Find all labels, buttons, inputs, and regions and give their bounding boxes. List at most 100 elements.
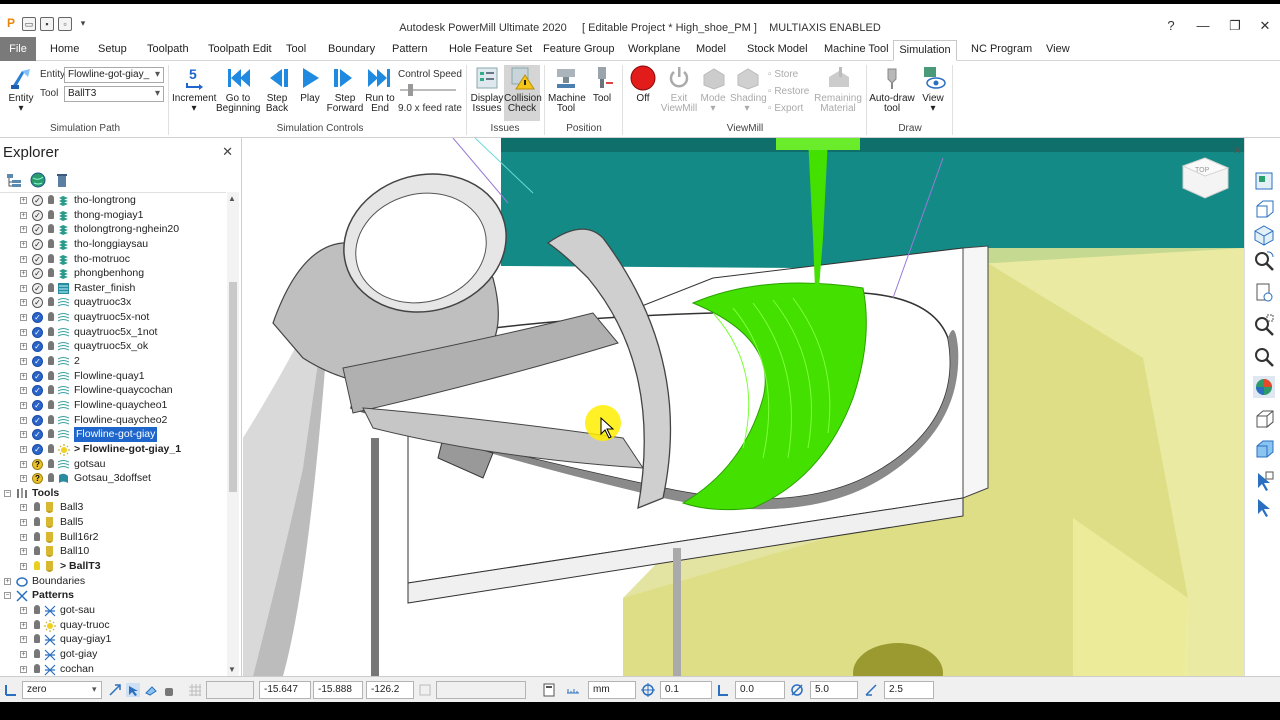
tab-boundary[interactable]: Boundary: [324, 40, 379, 61]
expand-icon[interactable]: +: [20, 358, 27, 366]
stepover-field[interactable]: 2.5: [884, 681, 934, 699]
tolerance-field[interactable]: 0.1: [660, 681, 712, 699]
tree-item[interactable]: + ✓ quaytruoc3x: [0, 295, 226, 310]
expand-icon[interactable]: +: [20, 284, 27, 292]
help-icon[interactable]: ?: [1156, 18, 1186, 33]
view-cube-icon[interactable]: [1253, 224, 1275, 246]
expand-icon[interactable]: +: [20, 665, 27, 673]
close-icon[interactable]: ✕: [222, 144, 233, 160]
tree-scrollbar[interactable]: ▲ ▼: [227, 192, 239, 676]
expand-icon[interactable]: +: [20, 270, 27, 278]
lightbulb-icon[interactable]: [48, 253, 54, 263]
speed-slider-thumb[interactable]: [408, 84, 413, 96]
tree-item[interactable]: + Ball3: [0, 500, 226, 515]
check-status-icon[interactable]: ✓: [32, 443, 43, 455]
lightbulb-icon[interactable]: [48, 458, 54, 468]
display-issues-button[interactable]: Display Issues: [470, 65, 504, 114]
zoom-icon[interactable]: [1253, 346, 1275, 368]
check-status-icon[interactable]: ✓: [32, 326, 43, 338]
coord-y[interactable]: -15.888: [313, 681, 363, 699]
auto-draw-tool-button[interactable]: Auto-draw tool: [868, 65, 916, 114]
tree-item[interactable]: + cochan: [0, 662, 226, 677]
collision-check-button[interactable]: Collision Check: [504, 65, 542, 121]
document-refresh-icon[interactable]: [1253, 282, 1275, 304]
viewport-close-icon[interactable]: ✕: [1233, 144, 1242, 157]
tree-item[interactable]: + ✓ tho-motruoc: [0, 252, 226, 267]
collapse-icon[interactable]: −: [4, 489, 11, 497]
viewmill-mode-button[interactable]: Mode ▾: [698, 65, 728, 114]
check-status-icon[interactable]: ✓: [32, 268, 43, 280]
tree-item[interactable]: + Boundaries: [0, 574, 226, 589]
lightbulb-icon[interactable]: [48, 268, 54, 278]
tool-select[interactable]: BallT3: [64, 86, 164, 102]
expand-icon[interactable]: +: [20, 445, 27, 453]
expand-icon[interactable]: +: [20, 636, 27, 644]
hand-icon[interactable]: [162, 683, 176, 697]
lightbulb-icon[interactable]: [48, 385, 54, 395]
lightbulb-icon[interactable]: [48, 429, 54, 439]
lightbulb-icon[interactable]: [34, 502, 40, 512]
view-front-icon[interactable]: [1253, 198, 1275, 220]
expand-icon[interactable]: +: [20, 504, 27, 512]
draw-view-button[interactable]: View ▾: [918, 65, 948, 114]
diameter-icon[interactable]: [790, 683, 804, 697]
lightbulb-icon[interactable]: [48, 238, 54, 248]
tree-item[interactable]: + Ball5: [0, 515, 226, 530]
wireframe-view-icon[interactable]: [1253, 408, 1275, 430]
tree-item[interactable]: + ✓ tholongtrong-nghein20: [0, 222, 226, 237]
expand-icon[interactable]: +: [20, 606, 27, 614]
lightbulb-icon[interactable]: [48, 209, 54, 219]
lightbulb-icon[interactable]: [48, 341, 54, 351]
view-iso-icon[interactable]: [1253, 170, 1275, 192]
expand-icon[interactable]: +: [20, 226, 27, 234]
lightbulb-icon[interactable]: [34, 561, 40, 571]
increment-button[interactable]: 5 Increment ▾: [172, 65, 216, 114]
expand-icon[interactable]: +: [20, 240, 27, 248]
expand-icon[interactable]: +: [20, 519, 27, 527]
step-back-button[interactable]: Step Back: [262, 65, 292, 114]
check-status-icon[interactable]: ✓: [32, 253, 43, 265]
expand-icon[interactable]: +: [20, 533, 27, 541]
tree-item[interactable]: + ✓ quaytruoc5x_ok: [0, 339, 226, 354]
expand-icon[interactable]: +: [20, 401, 27, 409]
check-status-icon[interactable]: ✓: [32, 341, 43, 353]
check-status-icon[interactable]: ✓: [32, 297, 43, 309]
tab-simulation[interactable]: Simulation: [893, 40, 957, 61]
tree-item[interactable]: + ✓ quaytruoc5x_1not: [0, 325, 226, 340]
expand-icon[interactable]: +: [20, 211, 27, 219]
workplane-dropdown-icon[interactable]: ▾: [92, 684, 97, 695]
expand-icon[interactable]: +: [20, 197, 27, 204]
lightbulb-icon[interactable]: [48, 282, 54, 292]
graphics-viewport[interactable]: TOP ✕: [243, 138, 1244, 676]
expand-icon[interactable]: +: [20, 387, 27, 395]
check-status-icon[interactable]: ✓: [32, 429, 43, 441]
lightbulb-icon[interactable]: [34, 604, 40, 614]
store-button[interactable]: ▫ Store: [768, 69, 798, 80]
expand-icon[interactable]: +: [20, 416, 27, 424]
lightbulb-icon[interactable]: [48, 224, 54, 234]
coord-mode-icon[interactable]: [418, 683, 432, 697]
lightbulb-icon[interactable]: [34, 546, 40, 556]
tab-pattern[interactable]: Pattern: [388, 40, 431, 61]
collapse-icon[interactable]: −: [4, 592, 11, 600]
check-status-icon[interactable]: ✓: [32, 238, 43, 250]
units-field[interactable]: mm: [588, 681, 636, 699]
expand-icon[interactable]: +: [20, 563, 27, 571]
question-status-icon[interactable]: ?: [32, 458, 43, 470]
question-status-icon[interactable]: ?: [32, 473, 43, 485]
go-to-beginning-button[interactable]: Go to Beginning: [216, 65, 260, 114]
lightbulb-icon[interactable]: [48, 195, 54, 204]
tab-toolpath[interactable]: Toolpath: [143, 40, 193, 61]
tree-scrollbar-thumb[interactable]: [229, 282, 237, 492]
expand-icon[interactable]: +: [20, 255, 27, 263]
lightbulb-icon[interactable]: [48, 326, 54, 336]
tree-item[interactable]: + quay-truoc: [0, 618, 226, 633]
expand-icon[interactable]: +: [20, 343, 27, 351]
step-forward-button[interactable]: Step Forward: [326, 65, 364, 114]
stepover-icon[interactable]: [864, 683, 878, 697]
snap-icon[interactable]: [108, 683, 122, 697]
globe-icon[interactable]: [30, 172, 46, 188]
expand-icon[interactable]: +: [20, 621, 27, 629]
export-button[interactable]: ▫ Export: [768, 103, 803, 114]
pointer-arrow-icon[interactable]: [1253, 496, 1275, 518]
